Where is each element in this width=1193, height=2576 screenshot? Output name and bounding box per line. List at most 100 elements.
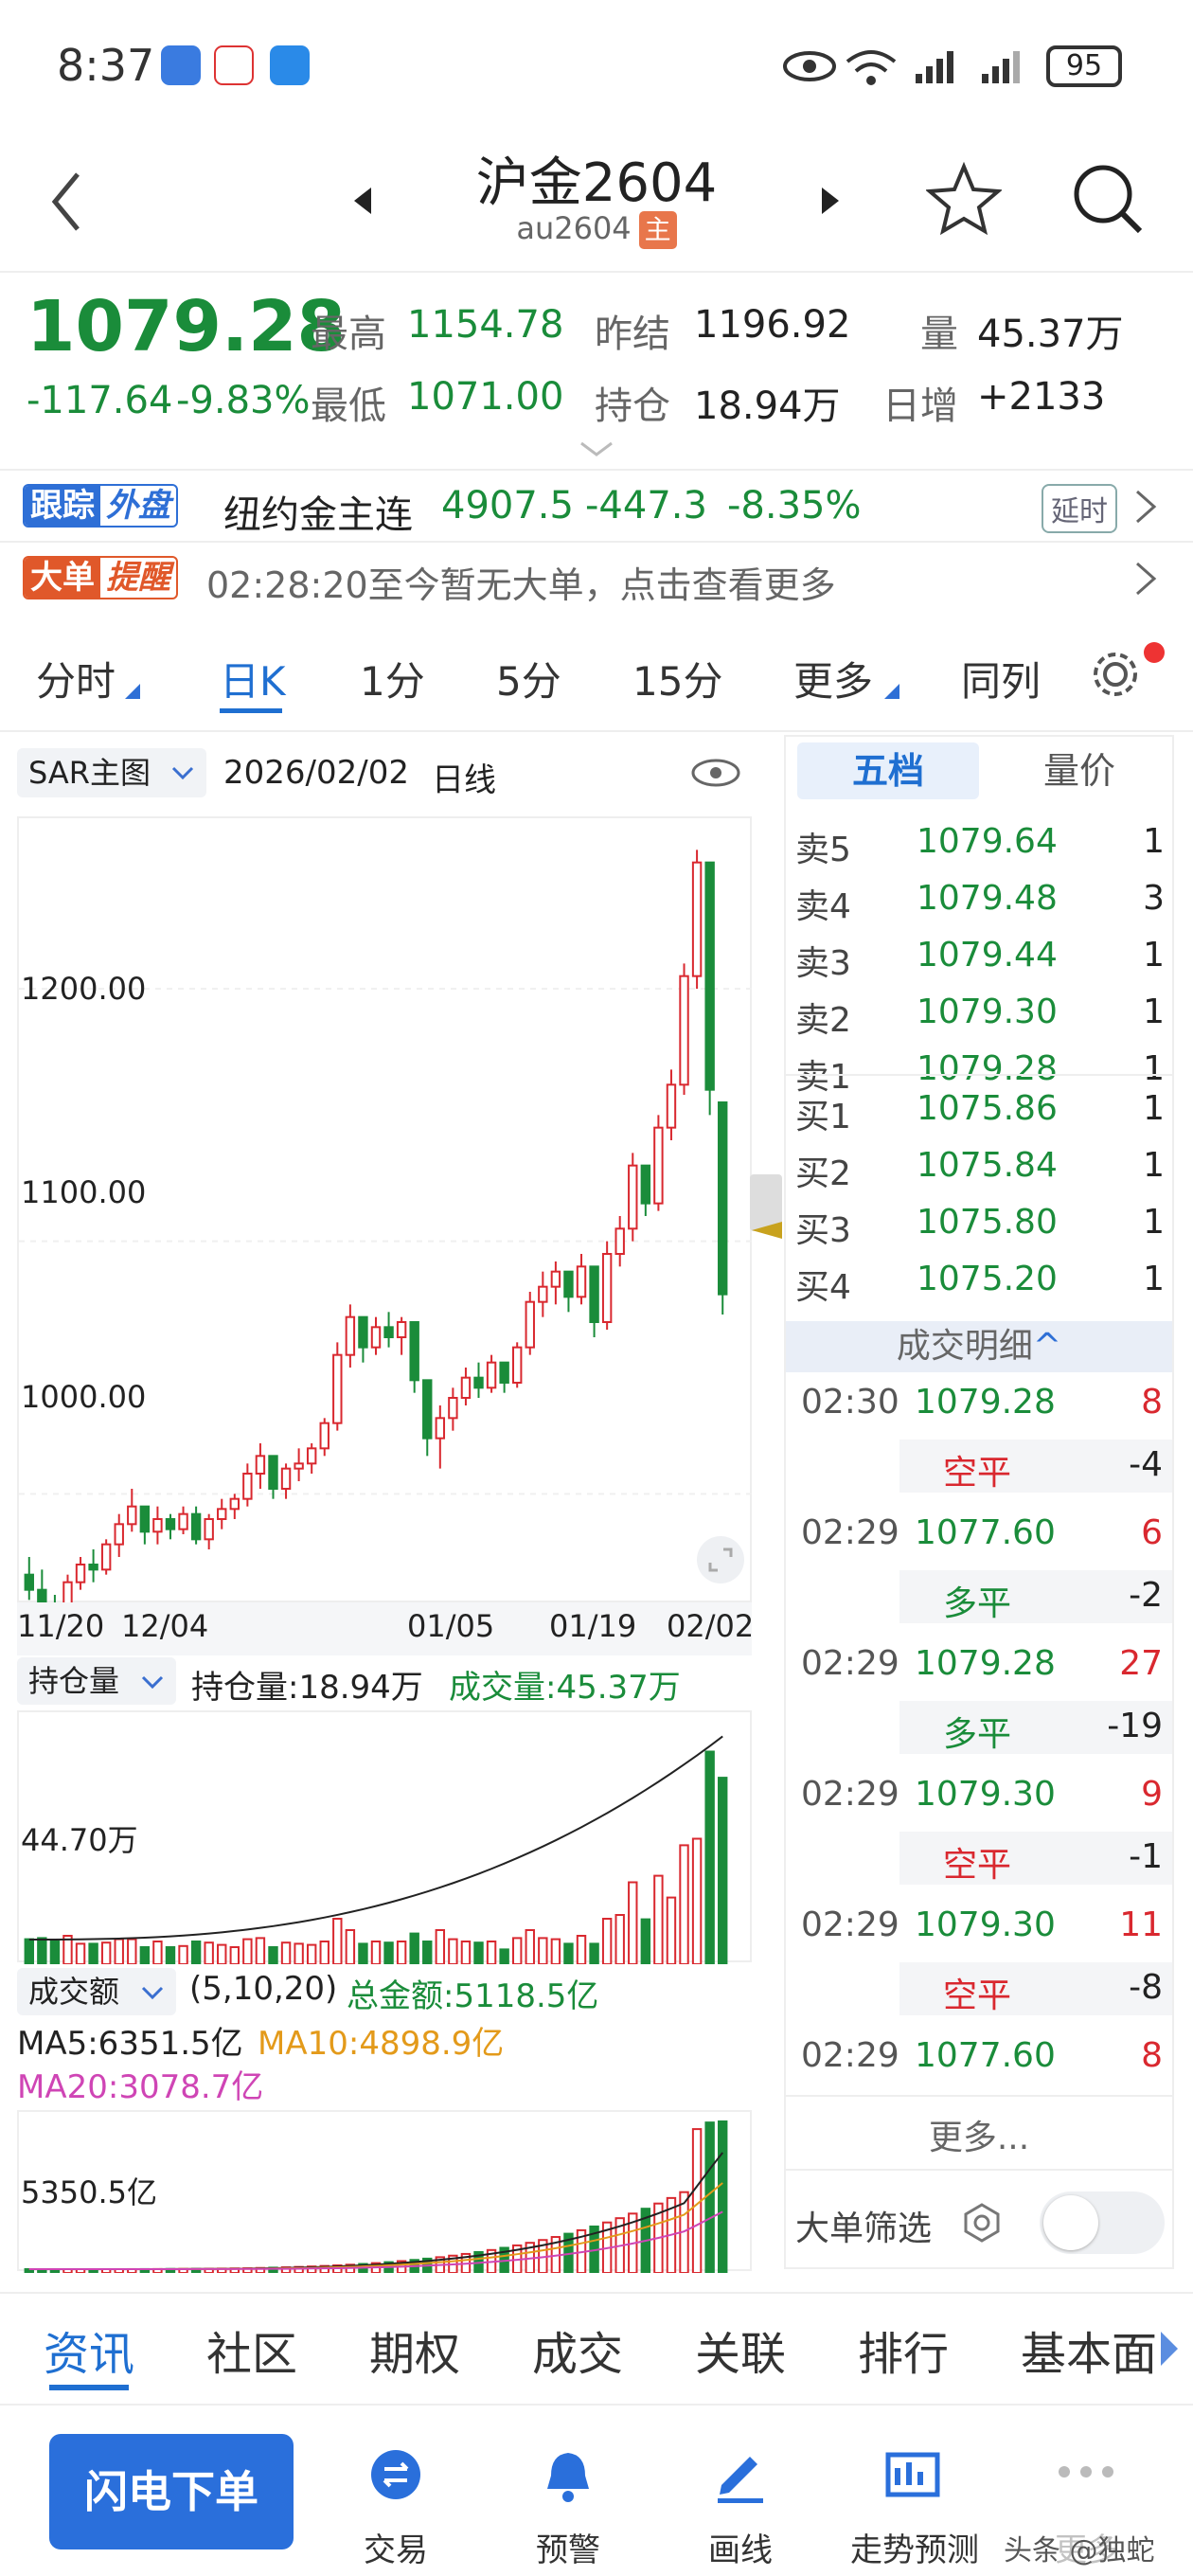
- signal-icon: [916, 51, 953, 83]
- nav-trend-forecast[interactable]: 走势预测: [839, 2524, 990, 2570]
- big-order-filter-toggle[interactable]: [1040, 2191, 1165, 2254]
- settings-gear-icon[interactable]: [1089, 646, 1146, 703]
- tab-community[interactable]: 社区: [206, 2317, 297, 2383]
- trend-forecast-icon: [885, 2452, 940, 2497]
- tab-related[interactable]: 关联: [695, 2317, 786, 2383]
- candle-body: [614, 1227, 625, 1256]
- tab-15min[interactable]: 15分: [632, 650, 722, 707]
- oi-selector-label: 持仓量: [28, 1663, 120, 1699]
- prev-contract-icon[interactable]: [348, 182, 377, 220]
- nav-draw-line[interactable]: 画线: [665, 2524, 816, 2570]
- tag-outer: 外盘: [106, 487, 170, 525]
- amount-selector[interactable]: 成交额: [17, 1968, 176, 2015]
- tab-5min[interactable]: 5分: [496, 650, 561, 707]
- ask-row[interactable]: 卖5 1079.64 1: [795, 816, 1174, 869]
- trade-time: 02:29: [801, 1644, 899, 1683]
- volume-bar: [538, 1937, 548, 1965]
- fullscreen-icon[interactable]: [695, 1534, 746, 1585]
- tab-options[interactable]: 期权: [369, 2317, 460, 2383]
- big-order-row[interactable]: 大单 提醒 02:28:20至今暂无大单，点击查看更多: [0, 541, 1193, 614]
- volume-bar: [628, 1881, 638, 1965]
- open-interest-label: 持仓: [595, 385, 670, 428]
- ask-price: 1079.64: [917, 822, 1058, 861]
- candle-body: [704, 861, 715, 1091]
- outer-market-name: 纽约金主连: [223, 493, 413, 537]
- bid-label: 买1: [795, 1098, 851, 1136]
- volume-bar: [88, 1942, 98, 1965]
- scroll-right-icon[interactable]: [1157, 2328, 1182, 2370]
- volume-bar: [511, 1937, 523, 1965]
- volume-bar: [165, 1946, 176, 1965]
- candle-body: [127, 1505, 137, 1526]
- trade-detail-header[interactable]: 成交明细^: [786, 1321, 1172, 1372]
- expand-chevron-icon[interactable]: [578, 438, 615, 460]
- tab-ranking[interactable]: 排行: [858, 2317, 949, 2383]
- oi-selector[interactable]: 持仓量: [17, 1657, 176, 1705]
- volume-bar: [190, 1941, 202, 1965]
- filter-settings-icon[interactable]: [960, 2201, 1004, 2245]
- outer-market-row[interactable]: 跟踪 外盘 纽约金主连 4907.5 -447.3 -8.35% 延时: [0, 469, 1193, 541]
- ask-price: 1079.48: [917, 879, 1058, 918]
- current-price-marker: [752, 1222, 782, 1239]
- candle-body: [383, 1326, 394, 1338]
- volume-bar: [640, 1918, 651, 1966]
- candle-body: [396, 1321, 407, 1338]
- candle-body: [538, 1285, 548, 1303]
- bid-row[interactable]: 买4 1075.20 1: [795, 1254, 1174, 1307]
- ask-row[interactable]: 卖3 1079.44 1: [795, 930, 1174, 983]
- quote-panel: 1079.28 -117.64 -9.83% 最高 1154.78 最低 107…: [0, 275, 1193, 469]
- candle-body: [486, 1361, 497, 1389]
- flash-order-button[interactable]: 闪电下单: [49, 2434, 294, 2549]
- bid-row[interactable]: 买1 1075.86 1: [795, 1083, 1174, 1136]
- ask-row[interactable]: 卖4 1079.48 3: [795, 873, 1174, 926]
- trade-type: 空平: [943, 1454, 1012, 1493]
- volume-bar: [550, 1938, 561, 1966]
- bid-row[interactable]: 买3 1075.80 1: [795, 1197, 1174, 1250]
- ask-label: 卖3: [795, 944, 851, 983]
- tab-more[interactable]: 更多: [793, 650, 873, 707]
- tab-daily-k[interactable]: 日K: [220, 650, 286, 707]
- order-book-divider: [786, 1074, 1172, 1076]
- ask-label: 卖2: [795, 1001, 851, 1040]
- search-icon[interactable]: [1070, 161, 1146, 237]
- candle-body: [114, 1523, 124, 1546]
- nav-alert[interactable]: 预警: [492, 2524, 644, 2570]
- tab-volume-price[interactable]: 量价: [994, 742, 1165, 799]
- nav-trade[interactable]: 交易: [320, 2524, 472, 2570]
- back-icon[interactable]: [47, 169, 85, 235]
- tab-fundamentals[interactable]: 基本面: [1021, 2317, 1157, 2383]
- volume-value: 45.37万: [977, 313, 1124, 356]
- prev-settle-label: 昨结: [595, 313, 670, 356]
- tab-trades[interactable]: 成交: [532, 2317, 623, 2383]
- next-contract-icon[interactable]: [816, 182, 845, 220]
- filter-divider: [786, 2169, 1172, 2171]
- ask-row[interactable]: 卖2 1079.30 1: [795, 987, 1174, 1040]
- candle-body: [204, 1518, 214, 1541]
- chevron-right-icon: [1136, 490, 1157, 524]
- trade-time: 02:29: [801, 1775, 899, 1814]
- volume-bar: [435, 1929, 446, 1965]
- candle-body: [435, 1417, 446, 1440]
- trade-delta: -19: [1107, 1707, 1163, 1745]
- more-trades-link[interactable]: 更多...: [786, 2110, 1172, 2159]
- volume-bar: [718, 1777, 728, 1965]
- battery-indicator: 95: [1046, 45, 1122, 87]
- tab-timeshare[interactable]: 分时: [36, 650, 116, 707]
- indicator-selector[interactable]: SAR主图: [17, 748, 206, 797]
- candlestick-svg: [19, 850, 754, 1633]
- candle-body: [152, 1518, 163, 1533]
- trade-delta: -8: [1129, 1968, 1163, 2007]
- tag-remind: 提醒: [106, 559, 170, 597]
- volume-bar: [204, 1941, 214, 1965]
- open-interest-value: 18.94万: [694, 385, 841, 428]
- tab-1min[interactable]: 1分: [360, 650, 425, 707]
- candle-body: [75, 1564, 86, 1583]
- bid-label: 买2: [795, 1154, 851, 1193]
- trade-divider: [786, 2095, 1172, 2097]
- visibility-eye-icon[interactable]: [689, 756, 742, 790]
- tab-same-series[interactable]: 同列: [961, 650, 1041, 707]
- bid-row[interactable]: 买2 1075.84 1: [795, 1140, 1174, 1193]
- tab-news[interactable]: 资讯: [44, 2317, 134, 2383]
- favorite-star-icon[interactable]: [926, 161, 1002, 237]
- tab-five-levels[interactable]: 五档: [797, 742, 979, 799]
